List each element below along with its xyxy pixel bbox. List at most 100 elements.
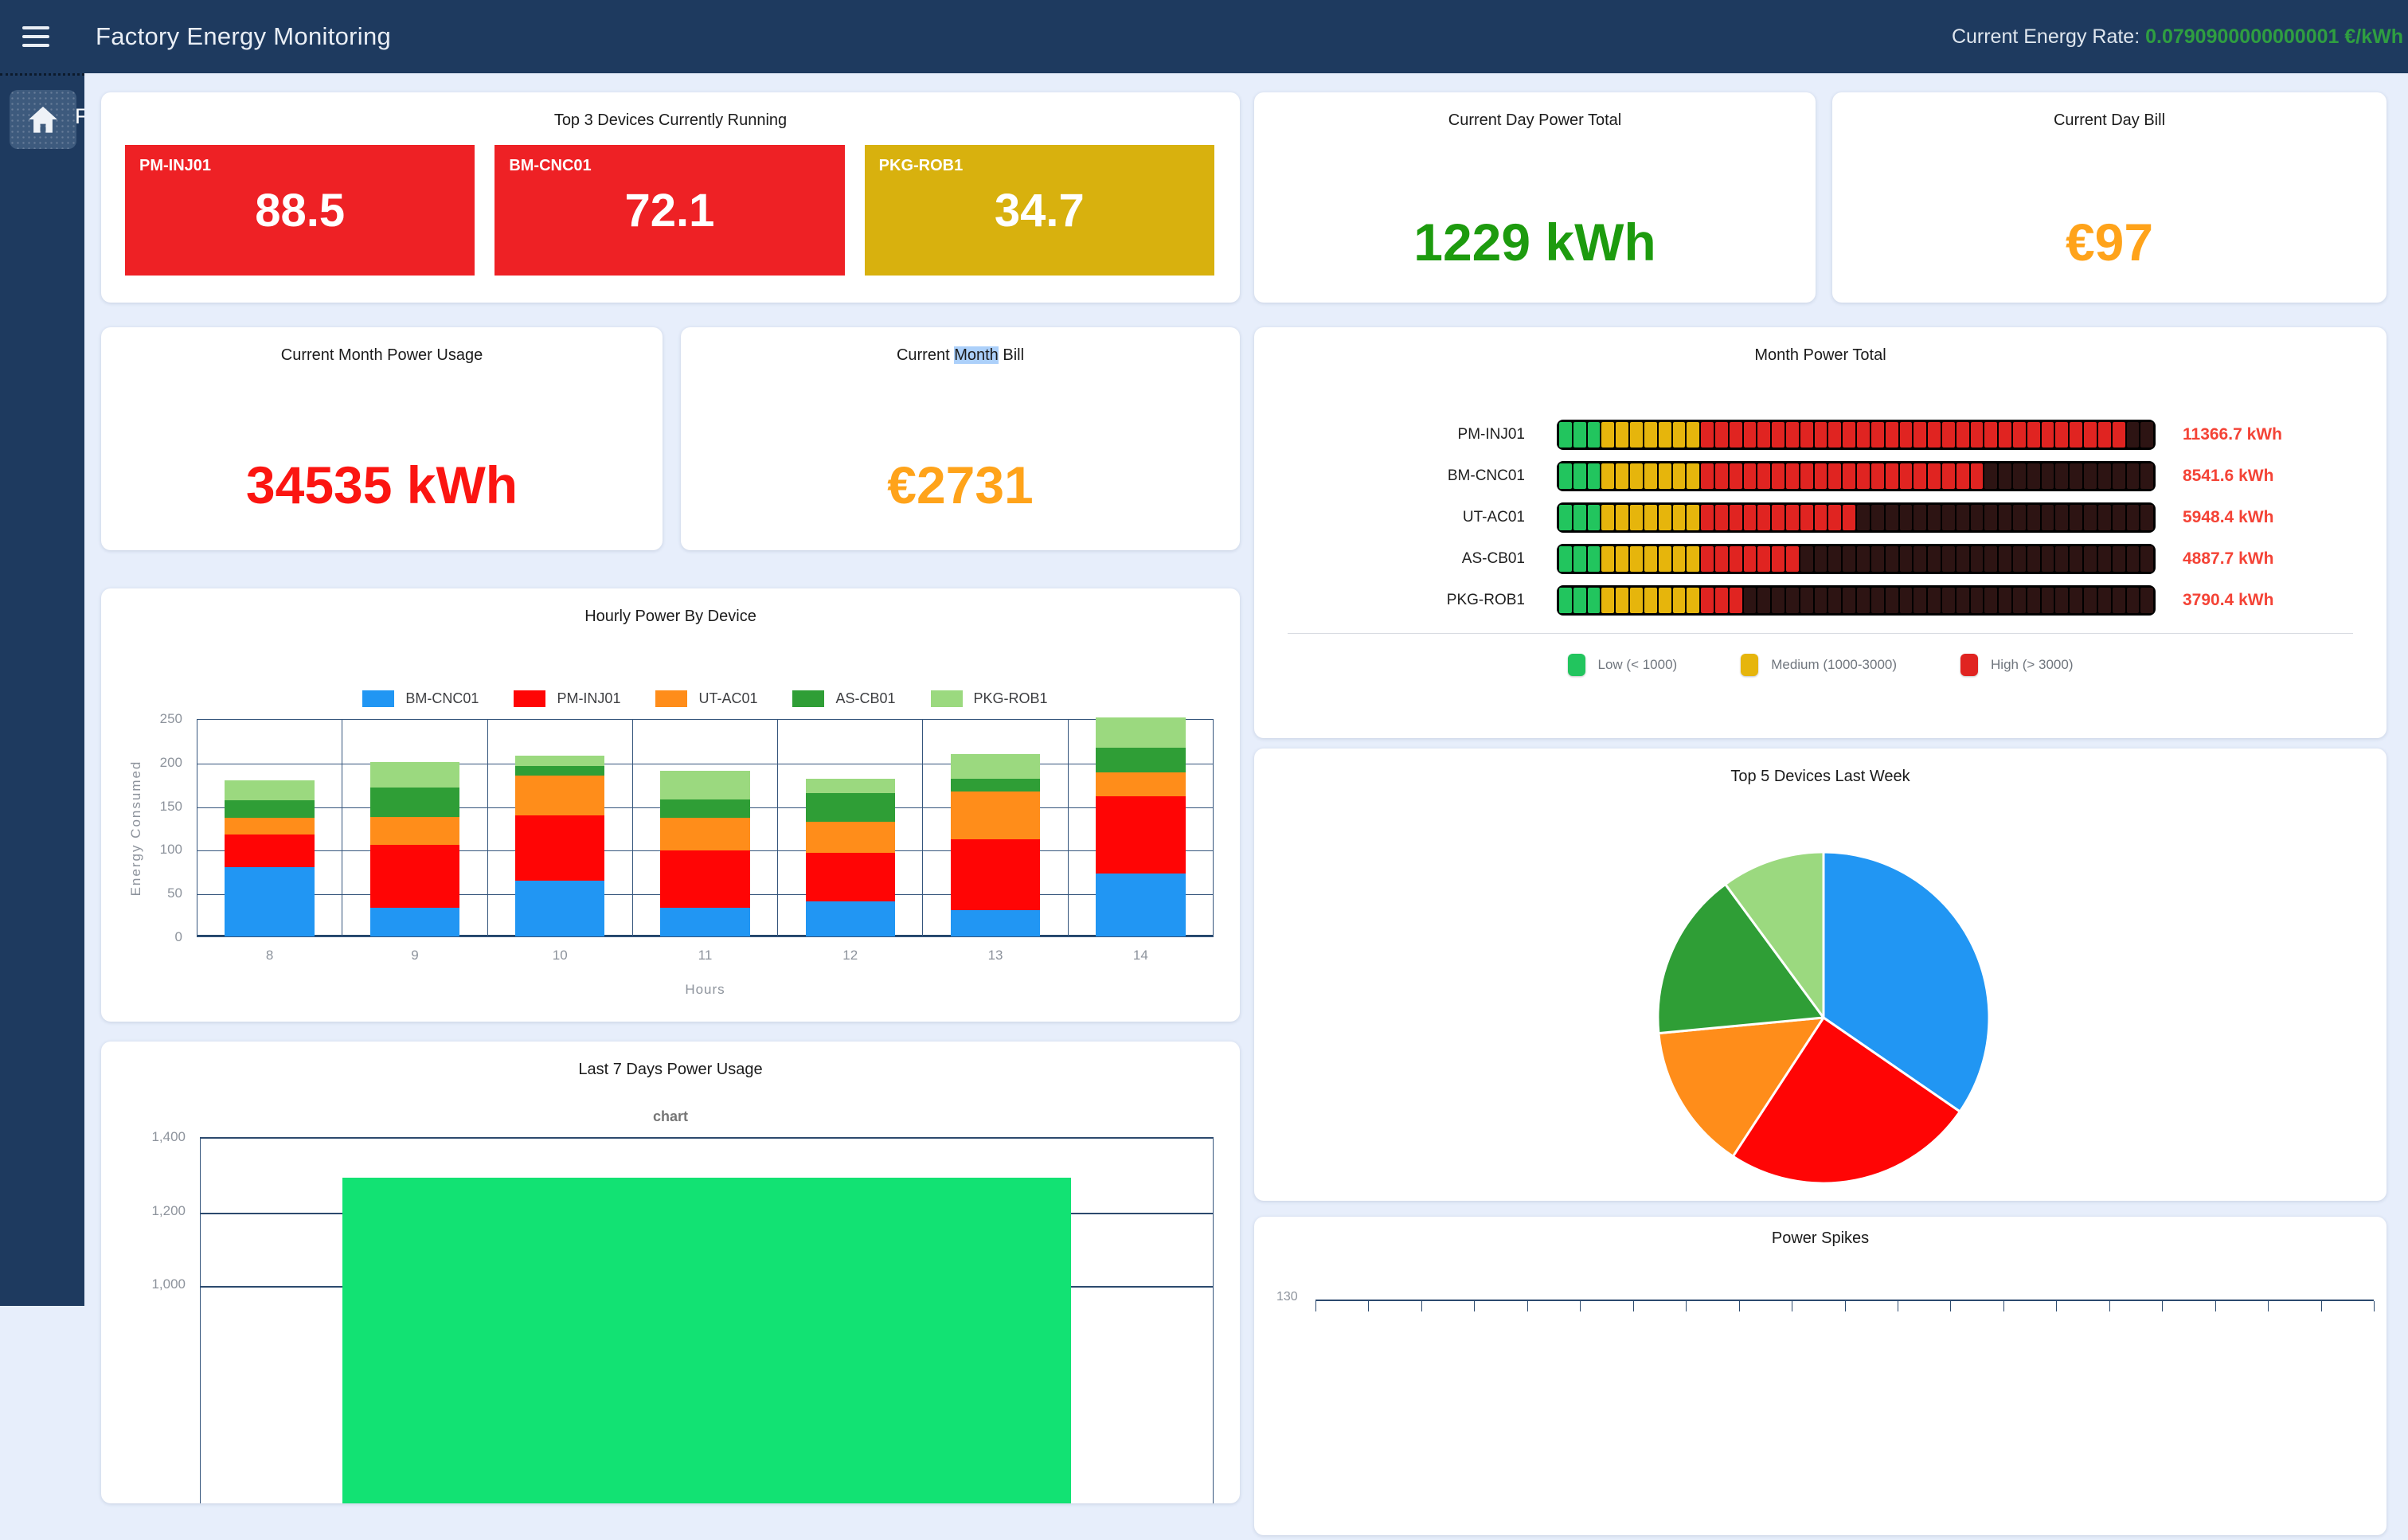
gauge-segment <box>1857 588 1870 613</box>
gauge-value: 11366.7 kWh <box>2156 425 2355 444</box>
chart-column: 10 <box>488 720 633 936</box>
gauge-segment <box>1914 588 1926 613</box>
legend-swatch <box>362 690 394 707</box>
gauge-segment <box>1928 422 1941 448</box>
bar-segment-PM-INJ01 <box>660 850 749 908</box>
gauge-value: 8541.6 kWh <box>2156 467 2355 486</box>
x-tick <box>1368 1301 1369 1311</box>
gauge-segment <box>1956 588 1969 613</box>
gauge-segment <box>1715 588 1728 613</box>
bar-segment-PKG-ROB1 <box>225 780 314 800</box>
gauge-segment <box>1857 546 1870 572</box>
gauge-segment <box>1772 546 1784 572</box>
gauge-segment <box>1687 463 1699 489</box>
gauge-segment <box>1687 546 1699 572</box>
legend-swatch <box>514 690 545 707</box>
chart-column: 12 <box>778 720 923 936</box>
gauge-segment <box>2113 505 2125 530</box>
gauge-device-label: UT-AC01 <box>1286 509 1557 526</box>
home-button[interactable] <box>10 90 76 149</box>
gauge-segment <box>2042 505 2054 530</box>
legend-label: PKG-ROB1 <box>974 690 1048 707</box>
gauge-row: PM-INJ0111366.7 kWh <box>1286 420 2355 450</box>
gauge-segment <box>1800 546 1813 572</box>
gauge-segment <box>1900 422 1913 448</box>
led-gauge <box>1557 544 2156 574</box>
bar-segment-PM-INJ01 <box>806 853 895 901</box>
gauge-segment <box>1687 505 1699 530</box>
hamburger-menu-icon[interactable] <box>22 26 49 47</box>
gauge-value: 4887.7 kWh <box>2156 549 2355 569</box>
card-title: Month Power Total <box>1254 346 2386 365</box>
gauge-segment <box>2140 546 2153 572</box>
hourly-stacked-bar-chart: 891011121314 <box>197 719 1214 937</box>
gauge-segment <box>2084 546 2097 572</box>
gauge-segment <box>1772 463 1784 489</box>
gauge-segment <box>1715 422 1728 448</box>
gauge-segment <box>2070 463 2082 489</box>
card-month-power-usage: Current Month Power Usage 34535 kWh <box>101 327 663 550</box>
gauge-segment <box>1886 505 1898 530</box>
gauge-segment <box>1659 422 1671 448</box>
chart-subtitle: chart <box>101 1108 1240 1125</box>
legend-item: Low (< 1000) <box>1568 654 1678 676</box>
led-gauge <box>1557 420 2156 450</box>
gauge-rows: PM-INJ0111366.7 kWh BM-CNC01 8541.6 kWh UT-… <box>1254 408 2386 627</box>
gauge-segment <box>1956 422 1969 448</box>
x-tick <box>2003 1301 2004 1311</box>
bar-segment-BM-CNC01 <box>225 867 314 936</box>
card-title: Current Day Power Total <box>1254 111 1816 130</box>
bar-segment-AS-CB01 <box>515 766 604 776</box>
device-name: PM-INJ01 <box>139 157 211 175</box>
gauge-segment <box>1659 505 1671 530</box>
gauge-segment <box>1984 588 1997 613</box>
device-tile: BM-CNC01 72.1 <box>494 145 844 276</box>
x-tick <box>1421 1301 1422 1311</box>
gauge-segment <box>2027 463 2040 489</box>
x-tick <box>2109 1301 2110 1311</box>
gauge-segment <box>2084 422 2097 448</box>
x-tick <box>2162 1301 2163 1311</box>
bar-segment-AS-CB01 <box>370 788 459 817</box>
x-tick-label: 12 <box>778 948 922 963</box>
home-icon <box>26 103 60 136</box>
energy-rate: Current Energy Rate: 0.0790900000000001 … <box>1952 25 2403 49</box>
gauge-segment <box>2127 505 2140 530</box>
gauge-segment <box>2055 588 2068 613</box>
gauge-segment <box>2113 422 2125 448</box>
gauge-segment <box>2027 588 2040 613</box>
card-day-power-total: Current Day Power Total 1229 kWh <box>1254 92 1816 303</box>
bar-segment-PM-INJ01 <box>515 815 604 881</box>
y-tick-label: 50 <box>167 885 182 901</box>
gauge-segment <box>1900 505 1913 530</box>
stacked-bar <box>515 756 604 936</box>
gauge-segment <box>1942 588 1955 613</box>
bar-segment-PKG-ROB1 <box>951 754 1040 779</box>
gauge-segment <box>2098 422 2111 448</box>
legend-label: PM-INJ01 <box>557 690 620 707</box>
gauge-segment <box>1630 505 1643 530</box>
gauge-device-label: BM-CNC01 <box>1286 467 1557 485</box>
bar-segment-UT-AC01 <box>370 817 459 845</box>
gauge-segment <box>1573 422 1586 448</box>
legend-label: UT-AC01 <box>698 690 757 707</box>
card-hourly-power: Hourly Power By Device BM-CNC01PM-INJ01U… <box>101 588 1240 1022</box>
gauge-segment <box>1800 505 1813 530</box>
gauge-segment <box>2055 463 2068 489</box>
gauge-segment <box>1616 546 1628 572</box>
gauge-segment <box>1673 546 1686 572</box>
hourly-chart-legend: BM-CNC01PM-INJ01UT-AC01AS-CB01PKG-ROB1 <box>197 690 1214 707</box>
gauge-segment <box>1715 463 1728 489</box>
gauge-segment <box>1659 463 1671 489</box>
y-axis-tick: 130 <box>1276 1290 1298 1304</box>
gauge-segment <box>1786 422 1799 448</box>
gauge-segment <box>1588 588 1601 613</box>
gauge-segment <box>1843 546 1855 572</box>
gauge-segment <box>1673 422 1686 448</box>
gauge-segment <box>1644 463 1657 489</box>
legend-item: AS-CB01 <box>792 690 895 707</box>
gauge-segment <box>1730 422 1742 448</box>
gauge-segment <box>1701 546 1714 572</box>
gauge-segment <box>1928 546 1941 572</box>
gauge-segment <box>1573 546 1586 572</box>
